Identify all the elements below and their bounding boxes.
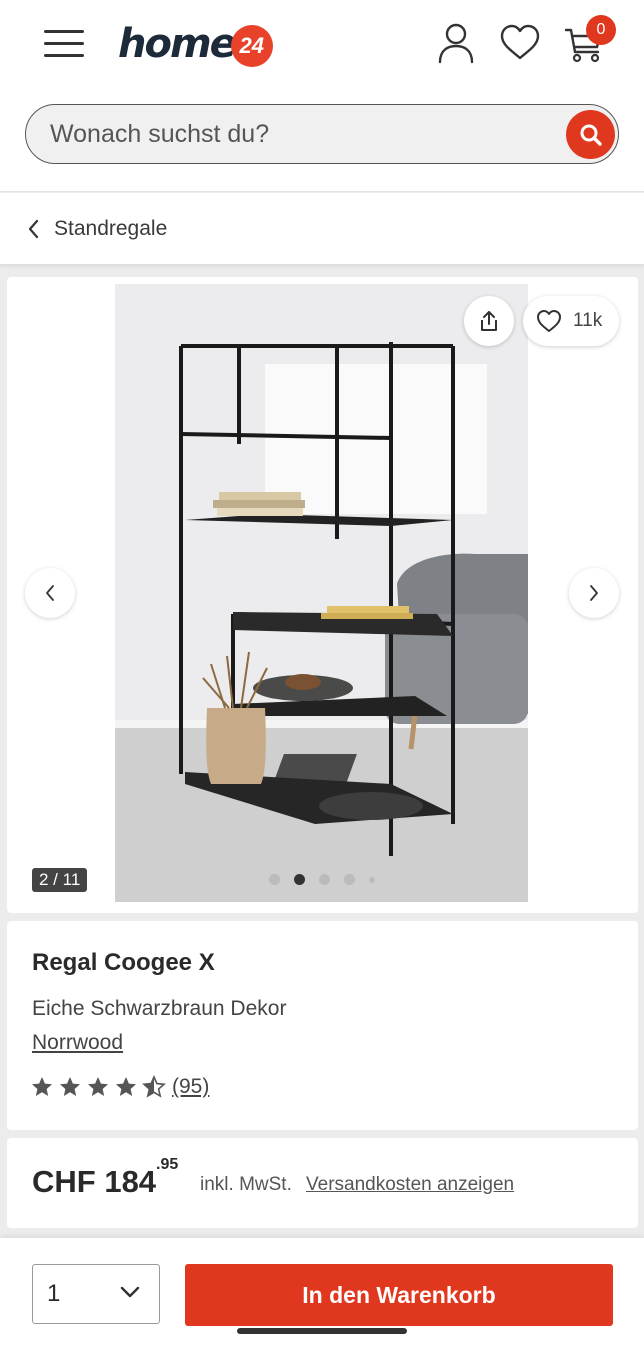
rating[interactable]: (95) <box>30 1075 209 1099</box>
search-icon <box>580 124 602 146</box>
price-main: CHF 184 <box>32 1164 157 1199</box>
search-input[interactable] <box>50 113 570 155</box>
star-icon <box>32 1077 52 1096</box>
shelf-illustration <box>115 284 528 902</box>
share-button[interactable] <box>464 296 514 346</box>
pagination-dot[interactable] <box>344 874 355 885</box>
half-star-icon <box>142 1075 166 1098</box>
chevron-left-icon <box>28 219 39 238</box>
menu-button[interactable] <box>40 24 86 64</box>
product-gallery: 11k 2 / 11 <box>7 277 638 913</box>
favorite-button[interactable]: 11k <box>523 296 619 346</box>
logo-text: home <box>118 21 237 67</box>
search-button[interactable] <box>566 110 615 159</box>
wishlist-button[interactable] <box>498 20 542 66</box>
menu-icon-line <box>44 54 84 57</box>
product-name: Regal Coogee X <box>32 949 215 976</box>
price-cents-value: 95 <box>160 1155 179 1173</box>
price-card: CHF 184.95 inkl. MwSt. Versandkosten anz… <box>7 1138 638 1228</box>
heart-icon <box>500 24 540 60</box>
logo[interactable]: home 24 <box>118 16 273 72</box>
header: home 24 0 <box>0 0 644 192</box>
price: CHF 184.95 <box>32 1156 178 1200</box>
chevron-right-icon <box>590 585 598 601</box>
price-cents: .95 <box>156 1155 179 1173</box>
star-icon <box>88 1077 108 1096</box>
quantity-select[interactable]: 1 <box>32 1264 160 1324</box>
product-image[interactable] <box>115 284 528 902</box>
account-button[interactable] <box>434 20 478 66</box>
home-indicator <box>237 1328 407 1334</box>
product-info-card: Regal Coogee X Eiche Schwarzbraun Dekor … <box>7 921 638 1130</box>
heart-icon <box>537 310 561 332</box>
chevron-left-icon <box>46 585 54 601</box>
vat-note: inkl. MwSt. <box>200 1174 292 1195</box>
previous-image-button[interactable] <box>25 568 75 618</box>
rating-count[interactable]: (95) <box>172 1075 209 1099</box>
pagination-dot[interactable] <box>319 874 330 885</box>
pagination-dot[interactable] <box>269 874 280 885</box>
share-icon <box>481 311 497 331</box>
chevron-down-icon <box>120 1286 140 1298</box>
shipping-costs-link[interactable]: Versandkosten anzeigen <box>306 1174 514 1196</box>
pagination-dot-active[interactable] <box>294 874 305 885</box>
next-image-button[interactable] <box>569 568 619 618</box>
user-icon <box>438 23 474 64</box>
favorite-count: 11k <box>573 310 603 331</box>
brand-link[interactable]: Norrwood <box>32 1031 123 1055</box>
menu-icon-line <box>44 42 84 45</box>
cart-count-badge: 0 <box>586 15 616 45</box>
product-variant: Eiche Schwarzbraun Dekor <box>32 997 287 1020</box>
quantity-value: 1 <box>47 1280 61 1307</box>
logo-badge: 24 <box>230 25 273 67</box>
star-icon <box>116 1077 136 1096</box>
add-to-cart-button[interactable]: In den Warenkorb <box>185 1264 613 1326</box>
breadcrumb[interactable]: Standregale <box>0 193 644 265</box>
image-pagination-dots <box>269 874 389 885</box>
search-bar <box>25 104 619 164</box>
breadcrumb-label: Standregale <box>54 216 168 240</box>
star-icon <box>60 1077 80 1096</box>
menu-icon-line <box>44 30 84 33</box>
image-counter: 2 / 11 <box>32 868 88 892</box>
pagination-dot[interactable] <box>369 876 375 883</box>
